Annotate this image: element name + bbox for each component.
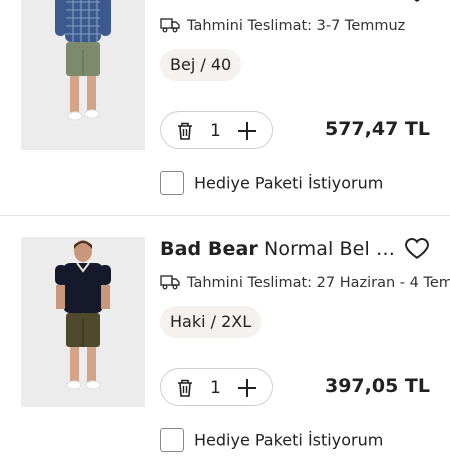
gift-wrap-option[interactable]: Hediye Paketi İstiyorum	[160, 428, 383, 454]
gift-label: Hediye Paketi İstiyorum	[194, 430, 384, 450]
delivery-estimate: Tahmini Teslimat: 27 Haziran - 4 Temmuz	[160, 274, 450, 296]
quantity-stepper: 1	[160, 368, 273, 406]
delivery-text: Tahmini Teslimat: 27 Haziran - 4 Temmuz	[187, 275, 450, 291]
heart-icon[interactable]	[404, 0, 430, 4]
truck-icon	[160, 274, 180, 290]
cart-item: Bad Bear Normal Bel Ba... Tahmini Teslim…	[0, 222, 450, 462]
gift-checkbox[interactable]	[160, 171, 184, 195]
truck-icon	[160, 17, 180, 33]
product-image[interactable]	[21, 0, 145, 150]
variant-badge[interactable]: Haki / 2XL	[160, 306, 262, 338]
trash-icon[interactable]	[176, 378, 194, 398]
quantity-value: 1	[210, 121, 221, 141]
delivery-estimate: Tahmini Teslimat: 3-7 Temmuz	[160, 17, 450, 39]
gift-label: Hediye Paketi İstiyorum	[194, 173, 384, 193]
heart-icon[interactable]	[404, 235, 430, 261]
quantity-value: 1	[210, 378, 221, 398]
delivery-text: Tahmini Teslimat: 3-7 Temmuz	[187, 18, 406, 34]
product-brand: Bad Bear	[160, 238, 258, 260]
variant-badge[interactable]: Bej / 40	[160, 49, 242, 81]
product-photo-polo-shorts	[21, 237, 145, 407]
product-name: Normal Bel Ba...	[264, 238, 405, 260]
item-price: 397,05 TL	[324, 375, 430, 397]
plus-icon[interactable]	[236, 120, 258, 142]
gift-wrap-option[interactable]: Hediye Paketi İstiyorum	[160, 171, 383, 197]
product-title[interactable]: Bad Bear Normal Bel Ba...	[160, 238, 405, 260]
product-photo-plaid-shirt	[21, 0, 145, 150]
trash-icon[interactable]	[176, 121, 194, 141]
product-image[interactable]	[21, 237, 145, 407]
item-divider	[0, 215, 450, 216]
plus-icon[interactable]	[236, 377, 258, 399]
item-price: 577,47 TL	[324, 118, 430, 140]
cart-item: Tahmini Teslimat: 3-7 Temmuz Bej / 40 1 …	[0, 0, 450, 217]
gift-checkbox[interactable]	[160, 428, 184, 452]
quantity-stepper: 1	[160, 111, 273, 149]
